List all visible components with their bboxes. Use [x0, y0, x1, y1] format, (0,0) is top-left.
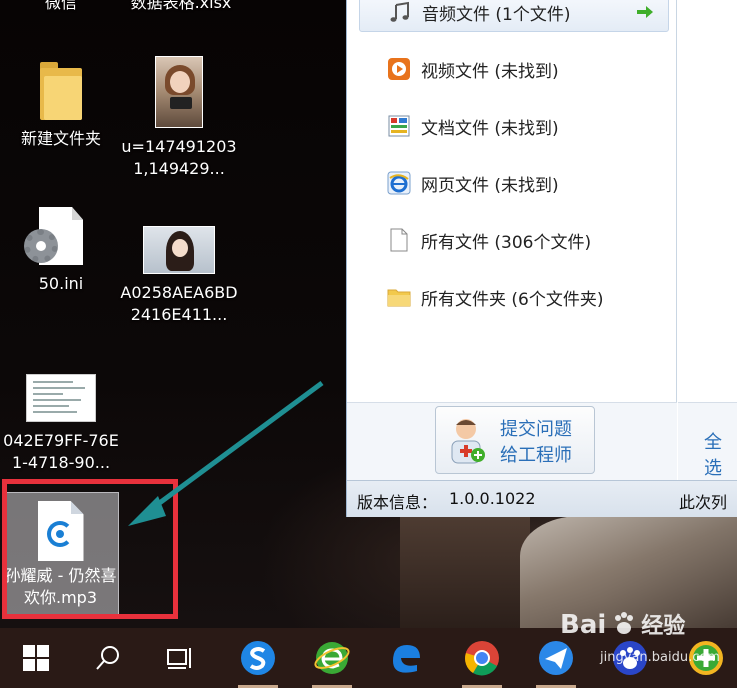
- watermark-brand-cn: 经验: [641, 614, 686, 639]
- desktop-icon-ini[interactable]: 50.ini: [2, 207, 120, 295]
- start-button[interactable]: [12, 636, 60, 680]
- category-label: 视频文件 (未找到): [421, 61, 559, 82]
- 360-browser[interactable]: [308, 636, 356, 688]
- scan-info: 此次列: [679, 493, 728, 512]
- engineer-avatar-icon: [451, 419, 485, 464]
- highlight-box: [2, 479, 178, 619]
- search-icon: [96, 646, 119, 670]
- help-button-line2: 给工程师: [500, 445, 572, 466]
- sogou-browser-icon: [241, 641, 275, 675]
- wallpaper-shade: [400, 516, 530, 628]
- document-icon: [388, 115, 410, 137]
- 360-browser-icon: [314, 642, 350, 674]
- image-thumbnail-icon: [155, 56, 203, 128]
- category-documents[interactable]: 文档文件 (未找到): [359, 106, 669, 146]
- icon-label: A0258AEA6BD2416E411...: [120, 283, 238, 324]
- submit-issue-button[interactable]: 提交问题 给工程师: [435, 406, 595, 474]
- desktop-icon-new-folder[interactable]: 新建文件夹: [2, 62, 120, 150]
- watermark-site: jingyan.baidu.com: [600, 650, 720, 665]
- watermark-brand: Bai: [560, 610, 607, 640]
- video-play-icon: [388, 58, 410, 80]
- icon-label: 新建文件夹: [20, 129, 101, 148]
- category-video[interactable]: 视频文件 (未找到): [359, 49, 669, 89]
- category-label: 音频文件 (1个文件): [422, 4, 571, 25]
- icon-label: 50.ini: [38, 274, 84, 293]
- version-number: 1.0.0.1022: [449, 489, 536, 508]
- desktop-icon-photo-2[interactable]: A0258AEA6BD2416E411...: [120, 216, 238, 326]
- desktop-icon-xlsx[interactable]: 数据表格.xlsx: [122, 0, 240, 14]
- edge-browser-icon: [393, 645, 420, 673]
- category-label: 所有文件夹 (6个文件夹): [421, 289, 604, 310]
- category-all-files[interactable]: 所有文件 (306个文件): [359, 220, 669, 260]
- baidu-watermark: Bai 经验 jingyan.baidu.com: [560, 608, 720, 665]
- baidu-paw-icon: [614, 612, 633, 634]
- edge-browser[interactable]: [382, 636, 430, 680]
- paper-plane-icon: [539, 641, 573, 675]
- category-label: 所有文件 (306个文件): [421, 232, 592, 253]
- folder-icon: [387, 289, 411, 307]
- desktop-icon-photo-1[interactable]: u=1474912031,149429...: [120, 56, 238, 180]
- feishu-app[interactable]: [532, 636, 580, 688]
- image-thumbnail-icon: [143, 226, 215, 274]
- sogou-browser[interactable]: [234, 636, 282, 688]
- desktop-icon-wechat[interactable]: 微信: [2, 0, 120, 14]
- desktop-icon-document[interactable]: 042E79FF-76E1-4718-90...: [2, 374, 120, 474]
- category-all-folders[interactable]: 所有文件夹 (6个文件夹): [359, 277, 669, 317]
- task-view-icon: [167, 648, 191, 669]
- ie-browser-icon: [387, 171, 411, 195]
- blank-file-icon: [390, 228, 408, 252]
- windows-logo-icon: [23, 645, 49, 671]
- category-audio[interactable]: 音频文件 (1个文件): [359, 0, 669, 32]
- icon-label: 042E79FF-76E1-4718-90...: [3, 431, 119, 472]
- category-label: 文档文件 (未找到): [421, 118, 559, 139]
- icon-label: 微信: [44, 0, 77, 12]
- select-all-link[interactable]: 全选: [704, 428, 737, 480]
- icon-label: 数据表格.xlsx: [130, 0, 232, 12]
- task-view-button[interactable]: [156, 636, 204, 680]
- category-panel: 音频文件 (1个文件) 视频文件 (未找到) 文档文件 (未找到) 网页文件 (…: [347, 0, 677, 480]
- recovery-window: 音频文件 (1个文件) 视频文件 (未找到) 文档文件 (未找到) 网页文件 (…: [346, 0, 737, 517]
- version-label: 版本信息：: [357, 493, 438, 512]
- arrow-right-icon: [637, 6, 653, 18]
- folder-icon: [40, 62, 82, 120]
- chrome-browser-icon: [465, 641, 499, 676]
- icon-label: u=1474912031,149429...: [121, 137, 237, 178]
- search-button[interactable]: [84, 636, 132, 680]
- help-button-line1: 提交问题: [500, 419, 572, 440]
- file-list-panel: 全选: [678, 0, 737, 480]
- music-note-icon: [390, 1, 409, 22]
- category-web[interactable]: 网页文件 (未找到): [359, 163, 669, 203]
- document-thumbnail-icon: [26, 374, 96, 422]
- chrome-browser[interactable]: [458, 636, 506, 688]
- category-label: 网页文件 (未找到): [421, 175, 559, 196]
- status-bar: 版本信息： 1.0.0.1022 此次列: [347, 480, 737, 517]
- gear-icon: [24, 229, 58, 263]
